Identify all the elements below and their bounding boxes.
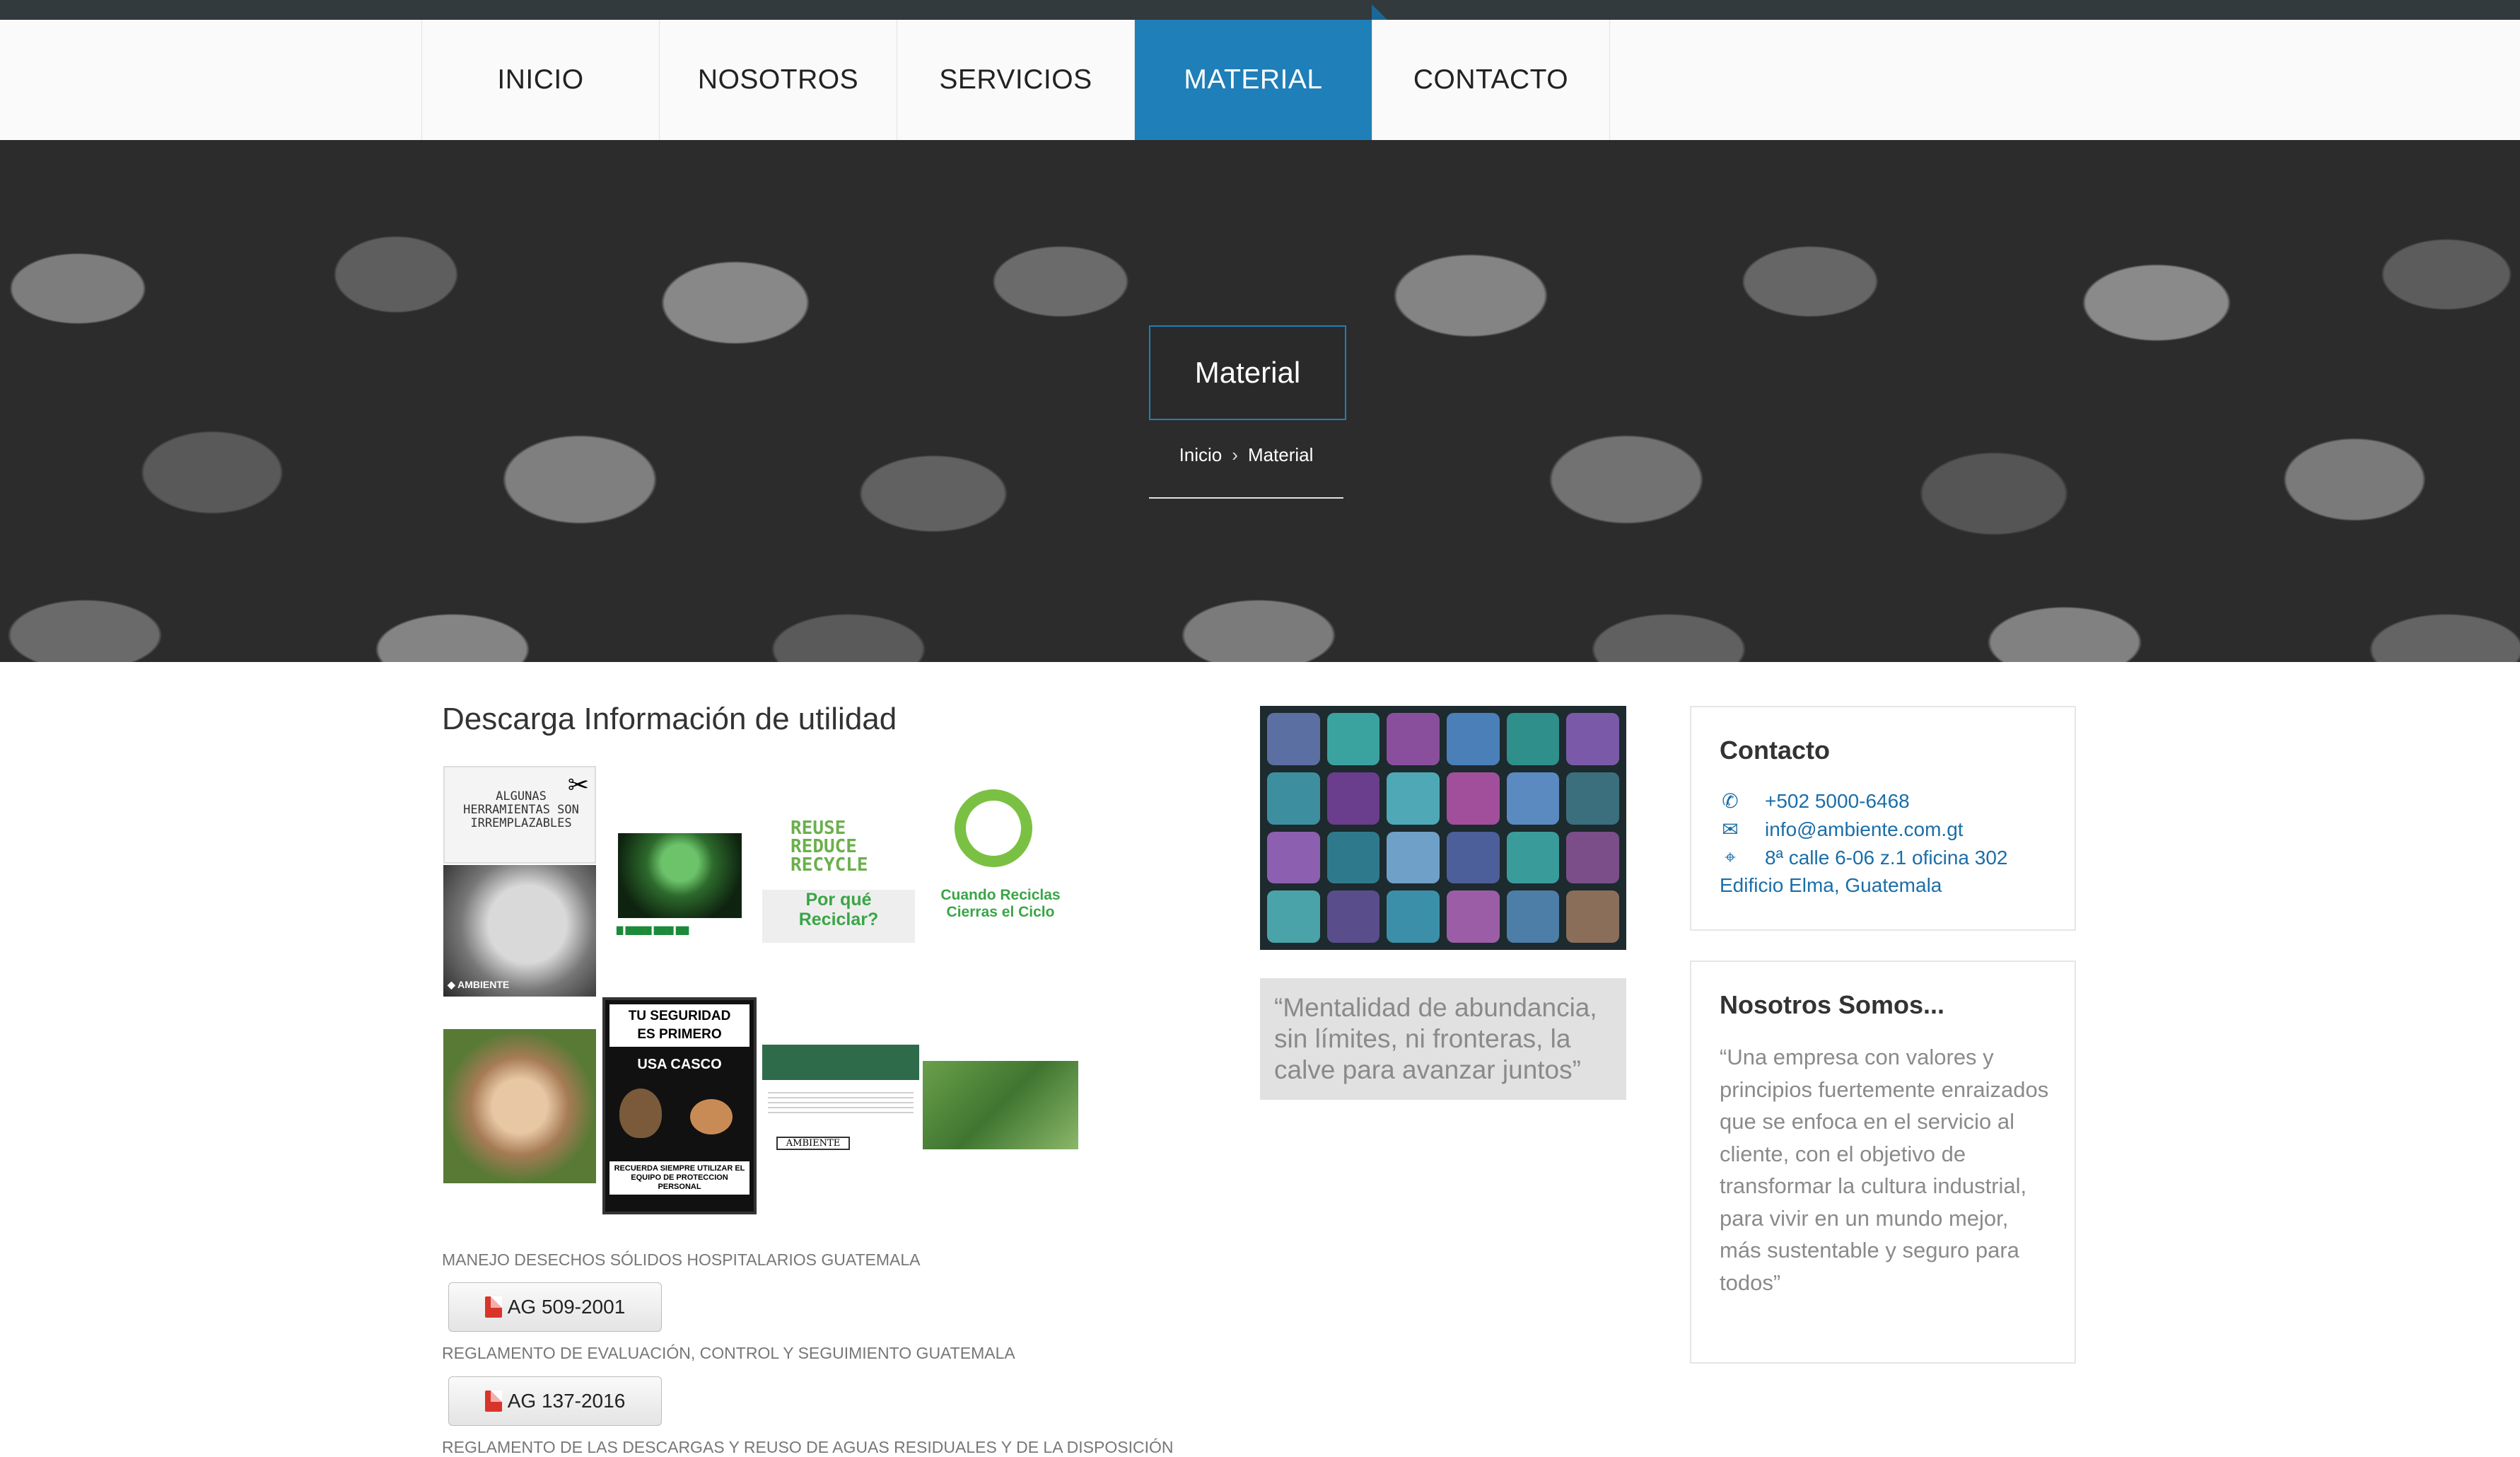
thumbnail-heading: Por qué Reciclar? [762, 890, 915, 943]
breadcrumb-current: Material [1247, 444, 1314, 465]
thumbnail-herramientas[interactable]: ✂ ALGUNAS HERRAMIENTAS SON IRREMPLAZABLE… [443, 766, 596, 864]
document-label: MANEJO DESECHOS SÓLIDOS HOSPITALARIOS GU… [442, 1250, 921, 1269]
breadcrumb: Inicio › Material [1149, 444, 1343, 466]
section-title: Descarga Información de utilidad [442, 702, 897, 736]
thumbnail-nina-arbol[interactable] [923, 1061, 1078, 1149]
recycle-words: REUSE REDUCE RECYCLE [791, 818, 868, 876]
download-ag-137-2016-button[interactable]: AG 137-2016 [448, 1376, 662, 1426]
egg-image [619, 1089, 662, 1138]
nav-item-material[interactable]: MATERIAL [1135, 4, 1387, 173]
nav-item-servicios[interactable]: SERVICIOS [897, 20, 1135, 140]
phone-icon: ✆ [1722, 790, 1739, 812]
thumbnail-text: HERRAMIENTAS SON [463, 803, 579, 817]
about-title: Nosotros Somos... [1720, 990, 1945, 1019]
download-ag-509-2001-button[interactable]: AG 509-2001 [448, 1282, 662, 1332]
contact-address-line2: Edificio Elma, Guatemala [1720, 874, 1942, 896]
thumbnail-hands[interactable]: ◆ AMBIENTE [443, 865, 596, 997]
thumbnail-heading: TU SEGURIDAD ES PRIMERO [609, 1004, 749, 1047]
thumbnail-text: IRREMPLAZABLES [470, 816, 572, 830]
thumbnail-usa-casco[interactable]: TU SEGURIDAD ES PRIMERO USA CASCO RECUER… [602, 997, 757, 1214]
thumbnail-subheading: USA CASCO [637, 1057, 722, 1072]
ambiente-logo-icon: ◆ AMBIENTE [448, 979, 510, 990]
about-text: “Una empresa con valores y principios fu… [1720, 1045, 2049, 1295]
thumbnail-cierras-ciclo[interactable]: Cuando Reciclas Cierras el Ciclo [923, 777, 1078, 982]
document-label: REGLAMENTO DE LAS DESCARGAS Y REUSO DE A… [442, 1438, 1174, 1456]
cubes-image [1260, 706, 1626, 950]
thumbnail-por-que-reciclar[interactable]: REUSE REDUCE RECYCLE Por qué Reciclar? [762, 784, 915, 964]
thumbnail-text: ALGUNAS [496, 789, 547, 803]
nav-item-inicio[interactable]: INICIO [422, 20, 660, 140]
hero-title: Material [1149, 325, 1346, 420]
about-widget: Nosotros Somos... “Una empresa con valor… [1690, 960, 2076, 1364]
thumbnail-papel[interactable]: ▇ ▇▇▇▇ ▇▇▇ ▇▇ [607, 819, 759, 953]
contact-widget: Contacto ✆ +502 5000-6468 ✉ info@ambiente.… [1690, 706, 2076, 931]
top-bar [0, 0, 2520, 20]
nav-item-contacto[interactable]: CONTACTO [1372, 20, 1610, 140]
recycle-circle-icon [955, 789, 1032, 867]
envelope-icon: ✉ [1722, 818, 1739, 840]
breadcrumb-home-link[interactable]: Inicio [1179, 444, 1223, 465]
contact-address: ⌖ 8ª calle 6-06 z.1 oficina 302 [1720, 846, 2007, 869]
ambiente-logo-text: AMBIENTE [776, 1137, 850, 1150]
nav-item-nosotros[interactable]: NOSOTROS [660, 20, 897, 140]
map-icon: ⌖ [1725, 846, 1736, 868]
document-lines [768, 1089, 914, 1117]
hero-divider [1149, 497, 1343, 499]
thumbnail-cuida-ambiente[interactable] [443, 1029, 596, 1183]
document-header [762, 1045, 919, 1080]
contact-title: Contacto [1720, 736, 1830, 765]
thumbnail-heading: Cuando Reciclas Cierras el Ciclo [940, 887, 1061, 920]
thumbnail-footer-text: RECUERDA SIEMPRE UTILIZAR EL EQUIPO DE P… [609, 1161, 749, 1195]
document-label: REGLAMENTO DE EVALUACIÓN, CONTROL Y SEGU… [442, 1344, 1015, 1362]
main-navigation: INICIO NOSOTROS SERVICIOS MATERIAL CONTA… [421, 4, 1610, 173]
thumbnail-documento[interactable]: AMBIENTE [762, 1045, 919, 1163]
hero-banner: Material Inicio › Material [0, 140, 2520, 662]
quote-box: “Mentalidad de abundancia, sin límites, … [1260, 978, 1626, 1100]
plant-image [618, 833, 742, 918]
contact-phone[interactable]: ✆ +502 5000-6468 [1720, 789, 1909, 813]
thumbnail-caption: ▇ ▇▇▇▇ ▇▇▇ ▇▇ [617, 925, 689, 935]
pdf-icon [484, 1391, 502, 1412]
pdf-icon [484, 1296, 502, 1318]
egg-image [690, 1099, 733, 1134]
contact-email[interactable]: ✉ info@ambiente.com.gt [1720, 818, 1963, 841]
breadcrumb-separator: › [1232, 444, 1238, 465]
